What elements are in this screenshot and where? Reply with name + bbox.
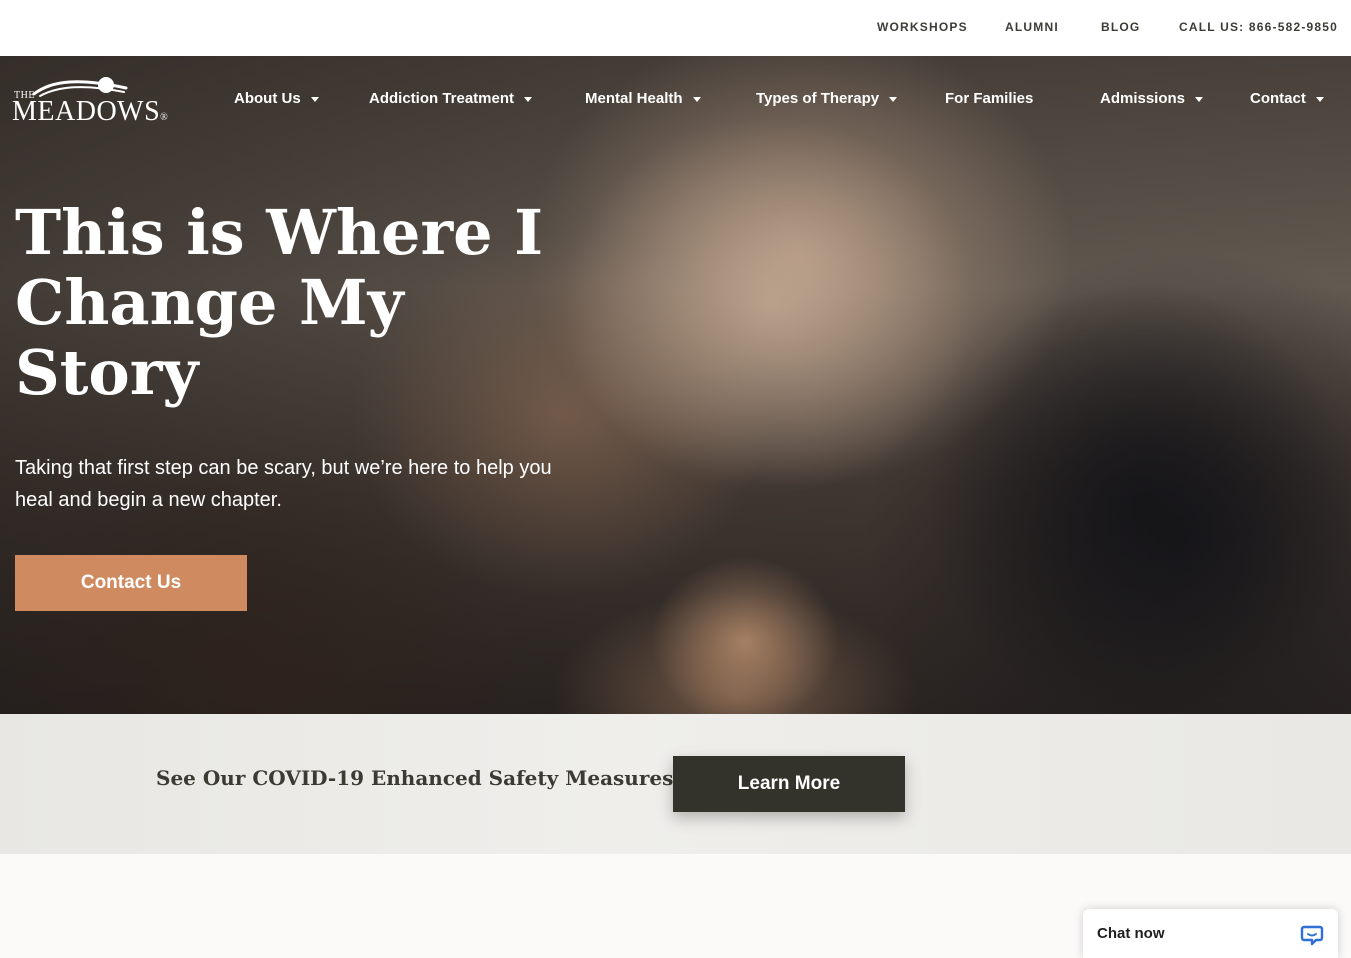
nav-item-label: Addiction Treatment — [369, 90, 515, 107]
learn-more-button[interactable]: Learn More — [673, 756, 905, 812]
caret-down-icon — [889, 96, 898, 102]
caret-down-icon — [524, 96, 533, 102]
nav-item-label: Admissions — [1100, 90, 1186, 107]
hero-image-shadow — [930, 286, 1350, 714]
nav-item-label: Types of Therapy — [756, 90, 880, 107]
chat-bubble-icon — [1300, 925, 1324, 945]
chat-widget[interactable]: Chat now — [1083, 909, 1338, 958]
nav-link-alumni[interactable]: ALUMNI — [1005, 20, 1059, 34]
main-nav: About Us Addiction Treatment Mental Heal… — [0, 90, 1351, 114]
nav-item-label: For Families — [945, 90, 1034, 107]
nav-item-for-families[interactable]: For Families — [945, 90, 1033, 107]
nav-item-about-us[interactable]: About Us — [234, 90, 319, 107]
nav-item-label: About Us — [234, 90, 301, 107]
call-us-phone-link[interactable]: CALL US: 866-582-9850 — [1179, 20, 1338, 34]
hero-title: This is Where I Change My Story — [15, 196, 544, 409]
nav-item-mental-health[interactable]: Mental Health — [585, 90, 701, 107]
nav-item-label: Contact — [1250, 90, 1306, 107]
nav-link-workshops[interactable]: WORKSHOPS — [877, 20, 968, 34]
nav-item-contact[interactable]: Contact — [1250, 90, 1324, 107]
caret-down-icon — [310, 96, 319, 102]
nav-item-admissions[interactable]: Admissions — [1100, 90, 1204, 107]
nav-item-types-of-therapy[interactable]: Types of Therapy — [756, 90, 898, 107]
nav-item-label: Mental Health — [585, 90, 683, 107]
hero-image-face — [650, 556, 840, 714]
hero-image-highlight — [560, 116, 980, 496]
chat-now-label: Chat now — [1097, 925, 1165, 942]
nav-item-addiction-treatment[interactable]: Addiction Treatment — [369, 90, 533, 107]
nav-link-blog[interactable]: BLOG — [1101, 20, 1140, 34]
caret-down-icon — [692, 96, 701, 102]
hero-subtitle: Taking that first step can be scary, but… — [15, 457, 552, 511]
caret-down-icon — [1315, 96, 1324, 102]
utility-bar: WORKSHOPS ALUMNI BLOG CALL US: 866-582-9… — [0, 0, 1351, 56]
covid-banner-text: See Our COVID-19 Enhanced Safety Measure… — [156, 766, 674, 790]
caret-down-icon — [1195, 96, 1204, 102]
contact-us-button[interactable]: Contact Us — [15, 555, 247, 611]
